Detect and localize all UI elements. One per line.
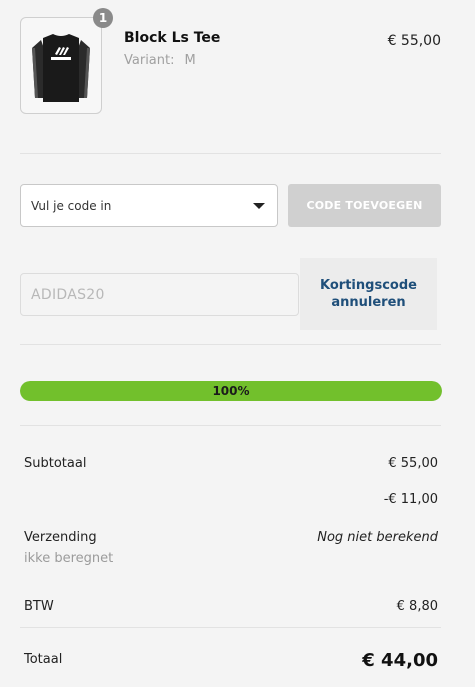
applied-code-field: ADIDAS20: [20, 273, 299, 316]
product-thumbnail[interactable]: [20, 17, 102, 114]
cancel-discount-button[interactable]: Kortingscode annuleren: [300, 258, 437, 330]
subtotal-label: Subtotaal: [24, 456, 87, 471]
progress-label: 100%: [212, 384, 250, 398]
vat-label: BTW: [24, 599, 54, 614]
discount-value: -€ 11,00: [383, 492, 438, 507]
discount-code-select-value: Vul je code in: [31, 198, 112, 213]
subtotal-value: € 55,00: [388, 456, 438, 471]
shipping-note: ikke beregnet: [24, 551, 114, 566]
product-name: Block Ls Tee: [124, 30, 221, 46]
shipping-value: Nog niet berekend: [317, 530, 438, 545]
divider: [20, 425, 441, 426]
quantity-badge: 1: [93, 8, 113, 28]
product-price: € 55,00: [387, 33, 441, 49]
shipping-label: Verzending: [24, 530, 97, 545]
divider: [20, 153, 441, 154]
vat-value: € 8,80: [396, 599, 438, 614]
variant-value: M: [184, 53, 196, 68]
discount-code-select[interactable]: Vul je code in: [20, 184, 278, 227]
total-value: € 44,00: [362, 650, 438, 671]
product-variant: Variant: M: [124, 53, 196, 68]
chevron-down-icon: [253, 203, 265, 209]
divider: [20, 627, 441, 628]
add-code-button[interactable]: CODE TOEVOEGEN: [288, 184, 441, 227]
discount-progress-bar: 100%: [20, 381, 442, 401]
variant-label: Variant:: [124, 53, 175, 68]
total-label: Totaal: [24, 652, 63, 667]
divider: [20, 344, 441, 345]
long-sleeve-shirt-icon: [32, 34, 90, 102]
